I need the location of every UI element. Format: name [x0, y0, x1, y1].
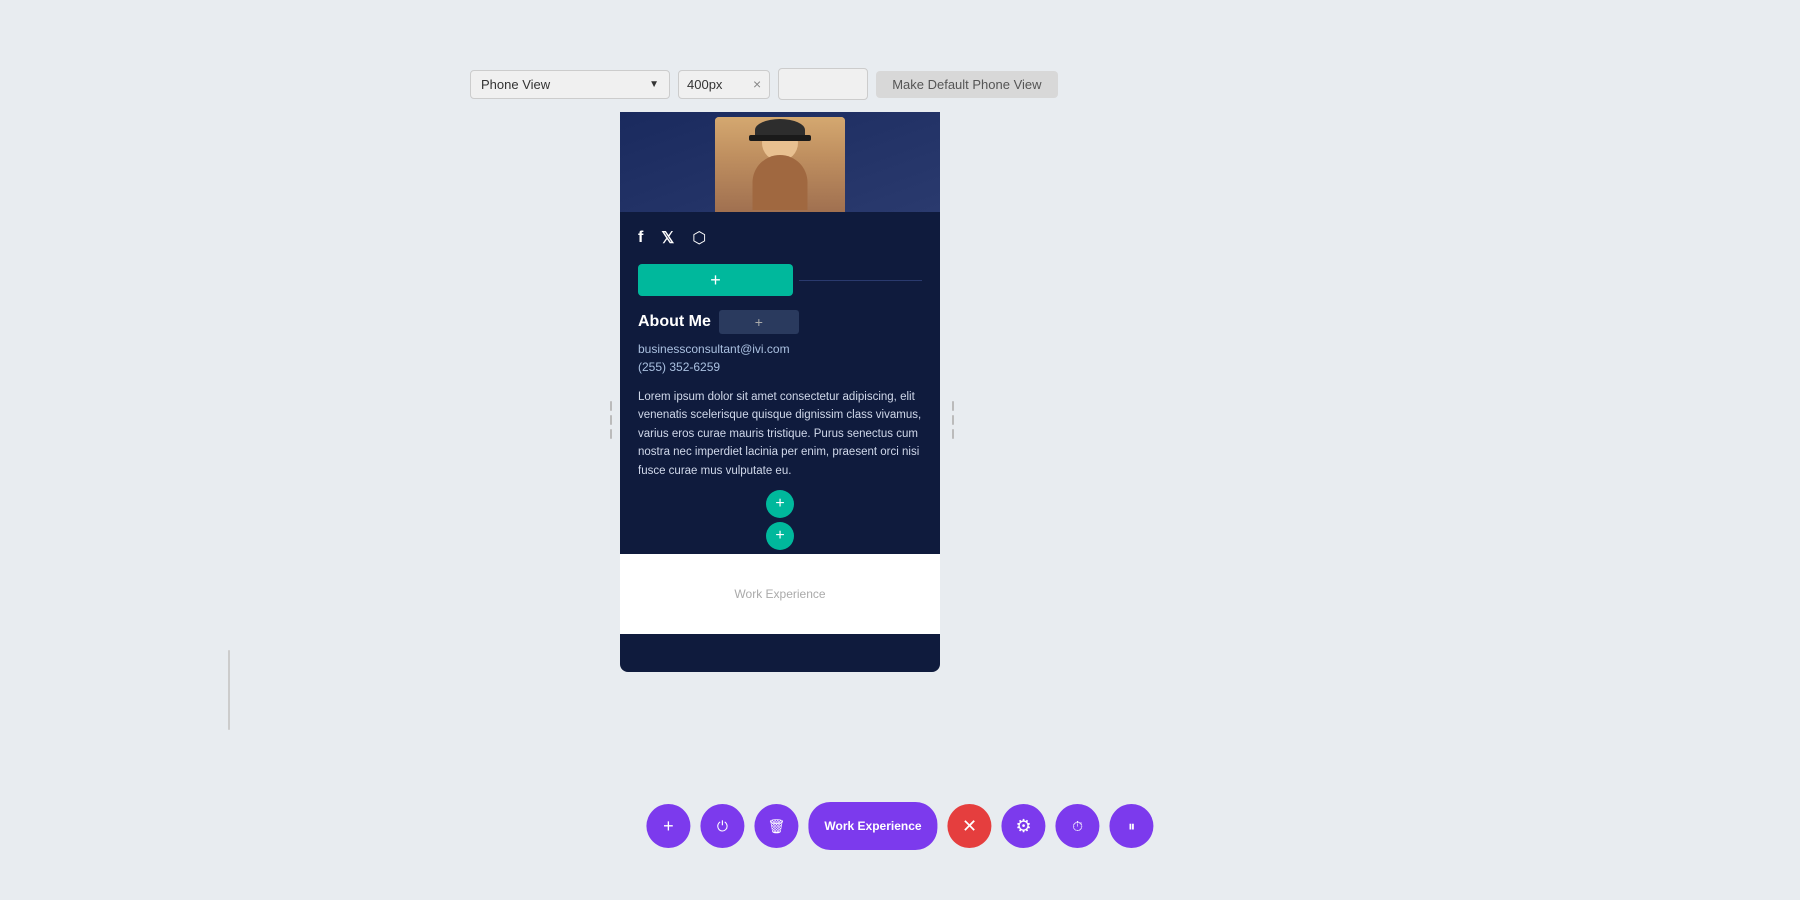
gear-icon: ⚙	[1016, 816, 1032, 837]
divider-line	[799, 280, 922, 281]
about-add-icon: +	[755, 314, 763, 330]
width-input[interactable]	[687, 77, 747, 92]
person-image	[715, 117, 845, 212]
left-side-bar	[228, 650, 230, 730]
toolbar-pause-button[interactable]: ⏸	[1110, 804, 1154, 848]
extra-field	[778, 68, 868, 100]
about-bio: Lorem ipsum dolor sit amet consectetur a…	[638, 388, 922, 480]
work-experience-section: Work Experience	[620, 554, 940, 634]
left-drag-handle[interactable]	[610, 380, 612, 460]
trash-icon: 🗑	[768, 818, 786, 835]
toolbar-add-button[interactable]: +	[646, 804, 690, 848]
plus-icon: +	[710, 270, 721, 291]
width-input-wrap: ×	[678, 70, 770, 99]
toolbar-settings-button[interactable]: ⚙	[1002, 804, 1046, 848]
chevron-down-icon: ▼	[649, 79, 659, 90]
toolbar-section-label: Work Experience	[808, 802, 937, 850]
about-header: About Me +	[638, 310, 922, 334]
toolbar-trash-button[interactable]: 🗑	[754, 804, 798, 848]
toolbar-close-button[interactable]: ✕	[948, 804, 992, 848]
right-drag-handle[interactable]	[952, 380, 954, 460]
power-icon: ⏻	[717, 818, 728, 835]
make-default-button[interactable]: Make Default Phone View	[876, 71, 1057, 98]
section-name: Work Experience	[824, 819, 921, 833]
clear-width-icon[interactable]: ×	[753, 77, 761, 91]
top-toolbar: Phone View ▼ × Make Default Phone View	[470, 68, 1058, 100]
profile-photo-area	[620, 112, 940, 212]
view-selector-label: Phone View	[481, 77, 550, 92]
phone-info: (255) 352-6259	[638, 360, 922, 374]
add-icon: +	[663, 816, 674, 837]
floating-toolbar: + ⏻ 🗑 Work Experience ✕ ⚙ ⏱ ⏸	[646, 802, 1153, 850]
toolbar-history-button[interactable]: ⏱	[1056, 804, 1100, 848]
profile-photo	[715, 117, 845, 212]
add-circle-separator[interactable]: +	[766, 522, 794, 550]
facebook-icon[interactable]: f	[638, 229, 643, 247]
work-experience-label: Work Experience	[734, 587, 825, 601]
hat-decoration	[755, 119, 805, 141]
view-selector[interactable]: Phone View ▼	[470, 70, 670, 99]
twitter-x-icon[interactable]: 𝕏	[661, 228, 674, 248]
about-add-button[interactable]: +	[719, 310, 799, 334]
email-info: businessconsultant@ivi.com	[638, 342, 922, 356]
add-section-button[interactable]: +	[638, 264, 793, 296]
add-circle-button[interactable]: +	[766, 490, 794, 518]
about-section: About Me + businessconsultant@ivi.com (2…	[620, 296, 940, 480]
about-title: About Me	[638, 313, 711, 331]
pause-icon: ⏸	[1128, 818, 1135, 835]
history-icon: ⏱	[1072, 818, 1083, 835]
close-icon: ✕	[962, 816, 977, 837]
add-button-row: +	[620, 258, 940, 296]
toolbar-power-button[interactable]: ⏻	[700, 804, 744, 848]
social-icons-row: f 𝕏 ⬡	[620, 212, 940, 258]
instagram-icon[interactable]: ⬡	[692, 228, 706, 248]
phone-preview-frame: f 𝕏 ⬡ + About Me + businessconsultant@iv…	[620, 112, 940, 672]
